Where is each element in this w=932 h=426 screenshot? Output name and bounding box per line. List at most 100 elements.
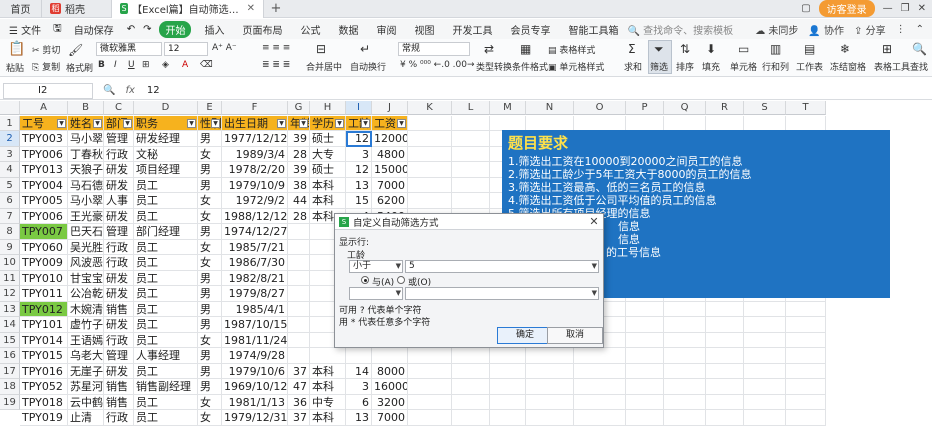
empty-cell[interactable]: [706, 394, 744, 410]
ok-button[interactable]: 确定: [497, 327, 553, 344]
table-cell[interactable]: 研发: [104, 162, 134, 178]
command-search[interactable]: 🔍 查找命令、搜索模板: [627, 22, 733, 37]
table-header-cell[interactable]: 年龄▼: [288, 115, 310, 131]
empty-cell[interactable]: [526, 115, 574, 131]
empty-cell[interactable]: [786, 410, 826, 426]
table-cell[interactable]: 7000: [372, 410, 408, 426]
column-header[interactable]: R: [706, 101, 744, 115]
table-cell[interactable]: 12: [346, 162, 372, 178]
table-cell[interactable]: 28: [288, 146, 310, 162]
empty-cell[interactable]: [452, 162, 490, 178]
empty-cell[interactable]: [408, 379, 452, 395]
and-radio[interactable]: [361, 276, 369, 284]
table-cell[interactable]: 丁春秋: [68, 146, 104, 162]
empty-cell[interactable]: [408, 410, 452, 426]
table-cell[interactable]: 1969/10/12: [222, 379, 288, 395]
format-painter-icon[interactable]: 🖌: [68, 43, 83, 57]
menu-developer[interactable]: 开发工具: [443, 22, 501, 37]
new-tab-button[interactable]: +: [264, 1, 288, 16]
empty-cell[interactable]: [744, 348, 786, 364]
empty-cell[interactable]: [786, 115, 826, 131]
table-cell[interactable]: 13: [346, 410, 372, 426]
value1-combo[interactable]: 5 ▼: [405, 260, 599, 273]
empty-cell[interactable]: [526, 379, 574, 395]
copy-button[interactable]: ⎘ 复制: [32, 60, 60, 73]
table-cell[interactable]: 1979/8/27: [222, 286, 288, 302]
paste-icon[interactable]: 📋: [8, 41, 25, 57]
table-cell[interactable]: 巴天石: [68, 224, 104, 240]
menu-view[interactable]: 视图: [405, 22, 443, 37]
empty-cell[interactable]: [626, 394, 664, 410]
column-header[interactable]: I: [346, 101, 372, 115]
table-cell[interactable]: 1979/12/31: [222, 410, 288, 426]
table-cell[interactable]: 天狼子: [68, 162, 104, 178]
table-cell[interactable]: 1982/8/21: [222, 270, 288, 286]
table-cell[interactable]: TPY007: [20, 224, 68, 240]
table-cell[interactable]: 女: [198, 410, 222, 426]
table-cell[interactable]: 男: [198, 131, 222, 147]
column-header[interactable]: J: [372, 101, 408, 115]
table-cell[interactable]: [288, 332, 310, 348]
empty-cell[interactable]: [452, 131, 490, 147]
table-cell[interactable]: 1979/10/9: [222, 177, 288, 193]
find-icon[interactable]: 🔍: [912, 42, 927, 56]
close-window-icon[interactable]: ✕: [918, 3, 926, 14]
table-cell[interactable]: 研发: [104, 270, 134, 286]
empty-cell[interactable]: [490, 379, 526, 395]
table-cell[interactable]: TPY013: [20, 162, 68, 178]
table-cell[interactable]: 虚竹子: [68, 317, 104, 333]
table-cell[interactable]: [288, 317, 310, 333]
row-header[interactable]: 6: [0, 193, 20, 209]
empty-cell[interactable]: [408, 394, 452, 410]
menu-insert[interactable]: 插入: [195, 22, 233, 37]
table-cell[interactable]: 人事经理: [134, 348, 198, 364]
empty-cell[interactable]: [626, 363, 664, 379]
column-header[interactable]: A: [20, 101, 68, 115]
font-color-icon[interactable]: A: [182, 60, 188, 70]
table-cell[interactable]: [288, 255, 310, 271]
filter-dropdown-icon[interactable]: ▼: [361, 118, 370, 128]
empty-cell[interactable]: [452, 115, 490, 131]
empty-cell[interactable]: [452, 410, 490, 426]
table-cell[interactable]: 1989/3/4: [222, 146, 288, 162]
table-cell[interactable]: TPY101: [20, 317, 68, 333]
column-header[interactable]: F: [222, 101, 288, 115]
underline-icon[interactable]: U: [128, 60, 135, 70]
table-cell[interactable]: TPY010: [20, 270, 68, 286]
empty-cell[interactable]: [408, 177, 452, 193]
table-cell[interactable]: 3: [346, 146, 372, 162]
column-header[interactable]: O: [574, 101, 626, 115]
table-cell[interactable]: 无崖子: [68, 363, 104, 379]
empty-cell[interactable]: [452, 379, 490, 395]
table-cell[interactable]: 7000: [372, 177, 408, 193]
table-header-cell[interactable]: 出生日期 ▼: [222, 115, 288, 131]
find-button[interactable]: 查找: [910, 60, 928, 73]
empty-cell[interactable]: [664, 363, 706, 379]
table-cell[interactable]: 研发: [104, 363, 134, 379]
column-header[interactable]: S: [744, 101, 786, 115]
empty-cell[interactable]: [786, 348, 826, 364]
table-tools-button[interactable]: 表格工具: [874, 60, 910, 73]
table-cell[interactable]: 男: [198, 317, 222, 333]
table-header-cell[interactable]: 姓名 ▼: [68, 115, 104, 131]
table-cell[interactable]: 员工: [134, 193, 198, 209]
table-cell[interactable]: 14: [346, 363, 372, 379]
empty-cell[interactable]: [664, 301, 706, 317]
table-cell[interactable]: 研发: [104, 317, 134, 333]
undo-icon[interactable]: ↶: [123, 24, 139, 35]
table-cell[interactable]: 1978/2/20: [222, 162, 288, 178]
table-cell[interactable]: 行政: [104, 410, 134, 426]
cancel-button[interactable]: 取消: [547, 327, 603, 344]
row-header[interactable]: 12: [0, 286, 20, 302]
table-cell[interactable]: 男: [198, 286, 222, 302]
menu-member[interactable]: 会员专享: [501, 22, 559, 37]
sum-button[interactable]: 求和: [624, 60, 642, 73]
redo-icon[interactable]: ↷: [139, 24, 155, 35]
table-cell[interactable]: 本科: [310, 379, 346, 395]
empty-cell[interactable]: [526, 348, 574, 364]
cut-button[interactable]: ✂ 剪切: [32, 43, 60, 56]
fill-button[interactable]: 填充: [702, 60, 720, 73]
empty-cell[interactable]: [526, 410, 574, 426]
table-cell[interactable]: 本科: [310, 410, 346, 426]
filter-dropdown-icon[interactable]: ▼: [93, 118, 102, 128]
